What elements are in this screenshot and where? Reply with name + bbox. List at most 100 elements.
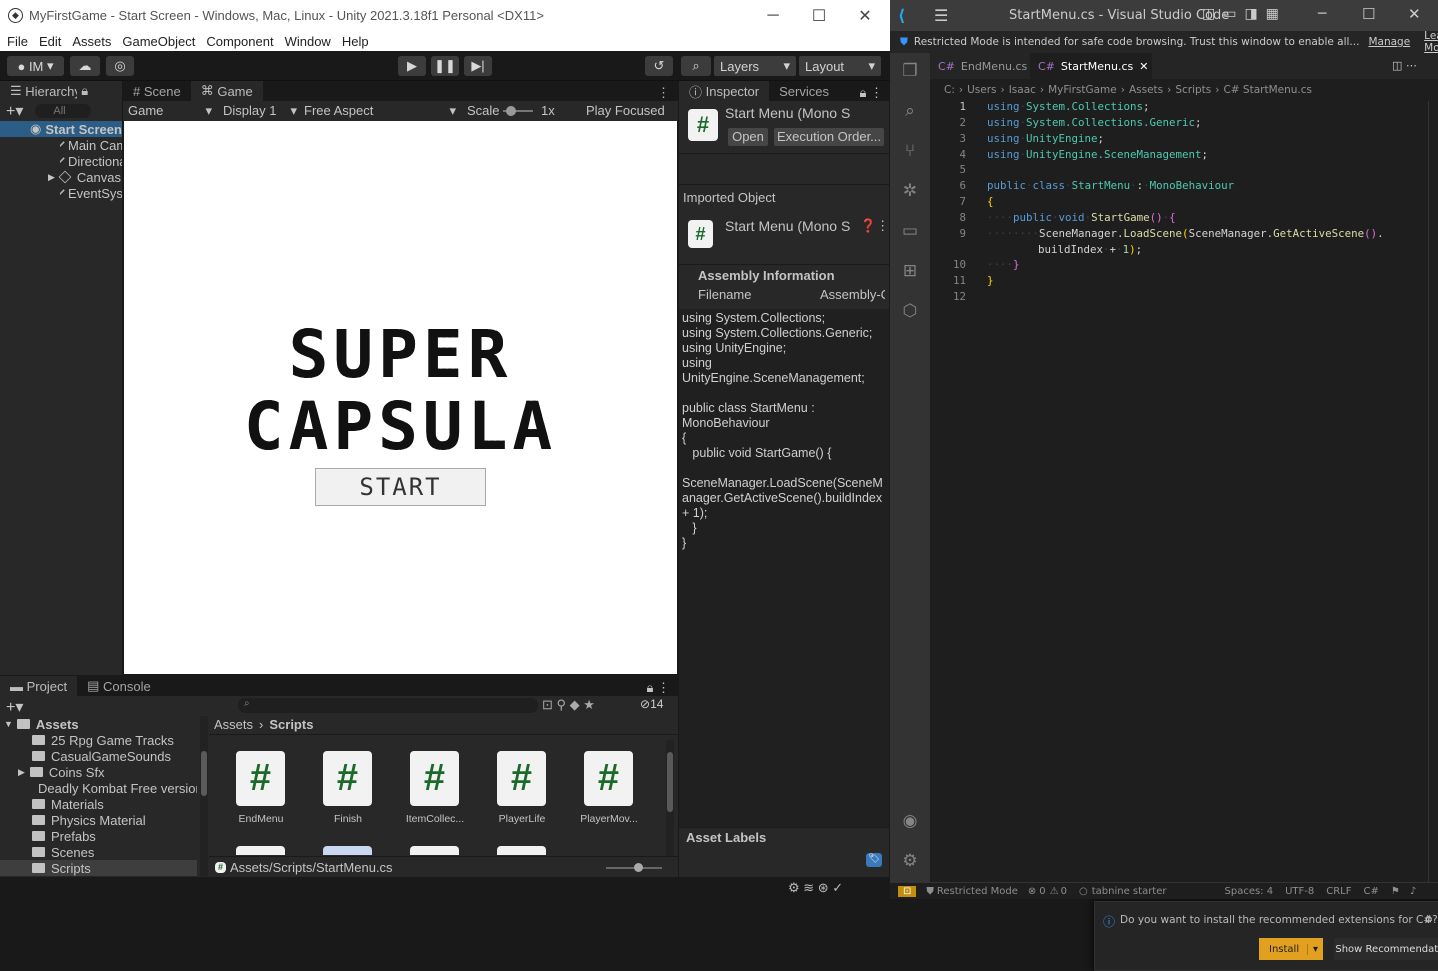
add-icon[interactable]: +▾ (6, 697, 23, 717)
search-icon[interactable]: ⌕ (681, 56, 711, 76)
breadcrumb-item[interactable]: MyFirstGame (1048, 84, 1117, 96)
project-folder[interactable]: Deadly Kombat Free version (32, 780, 197, 796)
breadcrumb-scripts[interactable]: Scripts (269, 717, 313, 732)
view-dropdown[interactable]: Game ▾ (128, 103, 212, 118)
filter-icons[interactable]: ⊡ ⚲ ◆ ★ (542, 697, 595, 713)
layout-dropdown[interactable]: Layout ▾ (799, 56, 881, 76)
language-status[interactable]: C# (1364, 886, 1379, 897)
problem-count[interactable]: 0 (1039, 886, 1045, 897)
script-file-icon[interactable] (410, 846, 459, 855)
encoding-status[interactable]: UTF-8 (1285, 886, 1314, 897)
tabnine-status[interactable]: tabnine starter (1092, 886, 1167, 897)
tab-project[interactable]: ▬ Project (0, 676, 78, 696)
more-icon[interactable]: ⋮ (657, 85, 670, 101)
tab-hierarchy[interactable]: ☰ Hierarchy 🔒︎ (0, 81, 122, 101)
start-button[interactable]: START (315, 468, 486, 506)
help-icon[interactable]: ❓⋮ (860, 218, 889, 234)
maximize-button[interactable]: ☐ (796, 0, 842, 31)
play-button[interactable]: ▶ (398, 56, 426, 76)
minimize-button[interactable]: ─ (750, 0, 796, 31)
hierarchy-item[interactable]: EventSystem (60, 185, 122, 201)
open-button[interactable]: Open (728, 128, 768, 146)
hierarchy-scene-row[interactable]: ◉ Start Screen (0, 121, 122, 137)
execution-order-button[interactable]: Execution Order... (774, 128, 884, 146)
project-folder-selected[interactable]: Scripts (0, 860, 197, 876)
settings-gear-icon[interactable]: ⚙ (1425, 912, 1432, 926)
lock-icon[interactable]: 🔒︎ ⋮ (859, 85, 883, 101)
extensions-icon[interactable]: ⊞ (900, 261, 920, 281)
hamburger-menu-icon[interactable]: ☰ (934, 6, 948, 25)
manage-link[interactable]: Manage (1368, 36, 1410, 48)
eol-status[interactable]: CRLF (1326, 886, 1351, 897)
scale-slider[interactable] (503, 106, 533, 116)
tab-scene[interactable]: # Scene (123, 81, 191, 101)
game-viewport[interactable]: SUPER CAPSULA START (124, 121, 677, 674)
script-file-icon[interactable]: # (323, 751, 372, 806)
lock-icon[interactable]: 🔒︎ ⋮ (646, 680, 670, 696)
menu-component[interactable]: Component (206, 34, 273, 49)
tab-endmenu[interactable]: C# EndMenu.cs (930, 53, 1030, 79)
breadcrumb-item[interactable]: Users (967, 84, 996, 96)
aspect-dropdown[interactable]: Free Aspect ▾ (304, 103, 456, 118)
cloud-icon[interactable]: ☁ (70, 56, 100, 76)
script-file-icon[interactable]: # (497, 751, 546, 806)
add-icon[interactable]: +▾ (6, 101, 23, 121)
remote-explorer-icon[interactable]: ▭ (900, 221, 920, 241)
collab-icon[interactable]: ◎ (106, 56, 134, 76)
chevron-down-icon[interactable]: ▾ (1306, 943, 1323, 955)
pause-button[interactable]: ❚❚ (431, 56, 459, 76)
tab-services[interactable]: Services (769, 81, 839, 101)
feedback-icon[interactable]: ⚑ (1391, 886, 1400, 897)
restricted-mode-status[interactable]: Restricted Mode (937, 886, 1018, 897)
warning-count[interactable]: 0 (1061, 886, 1067, 897)
project-folder[interactable]: Prefabs (32, 828, 197, 844)
menu-assets[interactable]: Assets (72, 34, 111, 49)
project-folder[interactable]: 25 Rpg Game Tracks (32, 732, 197, 748)
maximize-button[interactable]: ☐ (1362, 5, 1375, 23)
hierarchy-search-input[interactable]: All (35, 104, 92, 118)
close-tab-icon[interactable]: ✕ (1139, 60, 1148, 73)
hierarchy-item[interactable]: Directional Light (60, 153, 122, 169)
script-file-icon[interactable]: # (410, 751, 459, 806)
indentation-status[interactable]: Spaces: 4 (1225, 886, 1274, 897)
project-tree-root[interactable]: ▼ Assets (4, 716, 204, 732)
history-icon[interactable]: ↺ (645, 56, 673, 76)
account-icon[interactable]: ◉ (900, 811, 920, 831)
expand-icon[interactable]: ▶ (48, 172, 55, 183)
debug-icon[interactable]: ✲ (900, 181, 920, 201)
notifications-bell-icon[interactable]: ♪ (1410, 886, 1416, 897)
learn-more-link[interactable]: Learn More (1424, 30, 1438, 54)
breadcrumb-item[interactable]: C# StartMenu.cs (1223, 84, 1312, 96)
account-dropdown[interactable]: ● IM ▾ (7, 56, 64, 76)
project-folder[interactable]: ▶ Coins Sfx (18, 764, 197, 780)
code-editor[interactable]: 1 using·System.Collections; 2 using·System… (930, 100, 1438, 971)
tab-startmenu[interactable]: C# StartMenu.cs ✕ (1030, 53, 1152, 79)
menu-window[interactable]: Window (285, 34, 331, 49)
project-folder[interactable]: CasualGameSounds (32, 748, 197, 764)
script-file-icon[interactable]: # (236, 751, 285, 806)
icon-size-slider[interactable] (606, 863, 662, 872)
script-file-icon[interactable] (323, 846, 372, 855)
layers-dropdown[interactable]: Layers ▾ (714, 56, 796, 76)
hierarchy-item[interactable]: Main Camera (60, 137, 122, 153)
explorer-icon[interactable]: ❐ (900, 61, 920, 81)
search-icon[interactable]: ⌕ (900, 101, 920, 121)
hierarchy-item[interactable]: ▶ Canvas (48, 169, 122, 185)
project-folder[interactable]: Materials (32, 796, 197, 812)
breadcrumb-item[interactable]: C: (944, 84, 955, 96)
display-dropdown[interactable]: Display 1 ▾ (223, 103, 297, 118)
script-file-icon[interactable]: # (584, 751, 633, 806)
source-control-icon[interactable]: ⑂ (900, 141, 920, 161)
breadcrumb-item[interactable]: Assets (1129, 84, 1163, 96)
status-icons[interactable]: ⚙ ≋ ⊛ ✓ (788, 880, 843, 896)
remote-icon[interactable]: ⊡ (898, 885, 917, 897)
project-folder[interactable]: Physics Material (32, 812, 197, 828)
breadcrumb-assets[interactable]: Assets (214, 717, 253, 732)
minimize-button[interactable]: ─ (1318, 6, 1326, 22)
menu-edit[interactable]: Edit (39, 34, 61, 49)
project-search-input[interactable]: ⌕ (238, 698, 538, 713)
project-folder[interactable]: Scenes (32, 844, 197, 860)
script-file-icon[interactable] (497, 846, 546, 855)
install-button[interactable]: Install ▾ (1259, 938, 1323, 960)
close-button[interactable]: ✕ (842, 0, 888, 31)
